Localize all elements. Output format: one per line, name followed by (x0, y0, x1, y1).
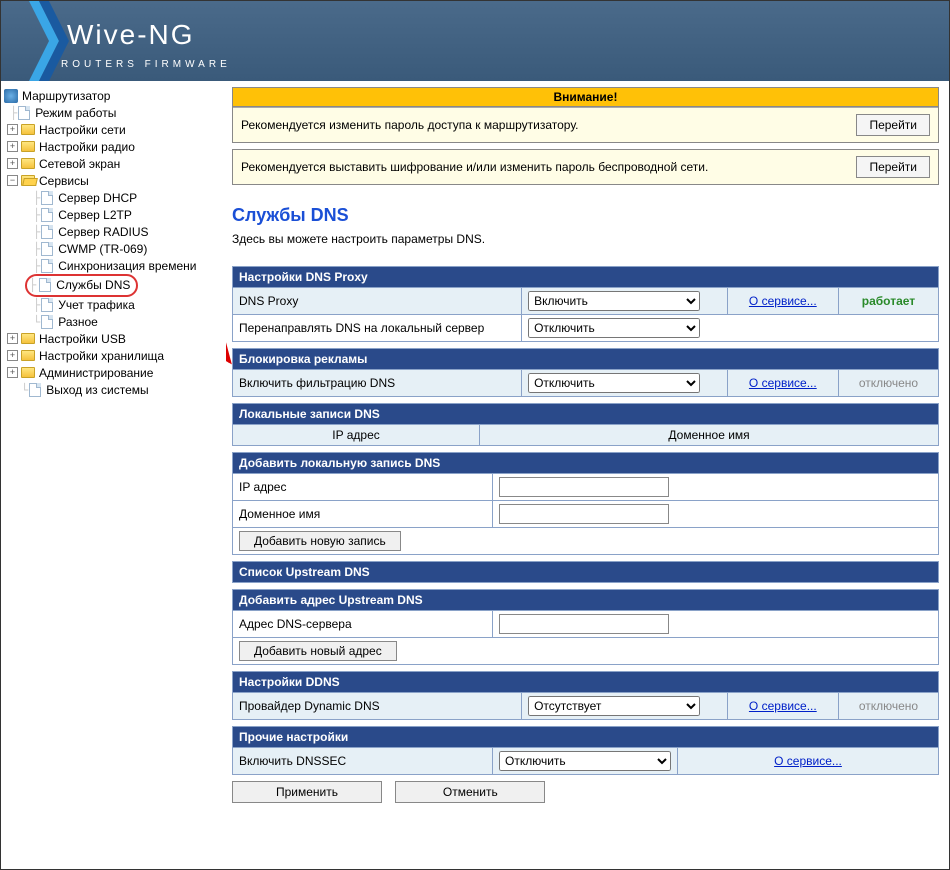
tree-svc-dhcp[interactable]: ├Сервер DHCP (3, 189, 224, 206)
page-title: Службы DNS (232, 205, 939, 226)
tree-svc-misc[interactable]: └Разное (3, 313, 224, 330)
table-header-row: IP адрес Доменное имя (233, 425, 939, 446)
tree-services[interactable]: −Сервисы (3, 172, 224, 189)
row-domain-name: Доменное имя (233, 501, 939, 528)
row-dns-redirect: Перенаправлять DNS на локальный сервер О… (233, 315, 939, 342)
tree-svc-traffic[interactable]: ├Учет трафика (3, 296, 224, 313)
expand-icon[interactable]: + (7, 141, 18, 152)
logo-text: Wive-NG ROUTERS FIRMWARE (61, 13, 231, 70)
row-ddns-provider: Провайдер Dynamic DNS Отсутствует О серв… (233, 693, 939, 720)
row-dnssec: Включить DNSSEC Отключить О сервисе... (233, 748, 939, 775)
section-ddns: Настройки DDNS Провайдер Dynamic DNS Отс… (232, 671, 939, 720)
dns-server-input[interactable] (499, 614, 669, 634)
dnssec-select[interactable]: Отключить (499, 751, 671, 771)
section-header: Настройки DDNS (233, 672, 939, 693)
field-label: Провайдер Dynamic DNS (233, 693, 522, 720)
notice-msg: Рекомендуется выставить шифрование и/или… (241, 160, 856, 174)
tree-svc-time[interactable]: ├Синхронизация времени (3, 257, 224, 274)
tree-svc-cwmp[interactable]: ├CWMP (TR-069) (3, 240, 224, 257)
cancel-button[interactable]: Отменить (395, 781, 545, 803)
collapse-icon[interactable]: − (7, 175, 18, 186)
apply-button[interactable]: Применить (232, 781, 382, 803)
section-local-records: Локальные записи DNS IP адрес Доменное и… (232, 403, 939, 446)
row-dns-proxy: DNS Proxy Включить О сервисе... работает (233, 288, 939, 315)
dns-redirect-select[interactable]: Отключить (528, 318, 700, 338)
section-header: Настройки DNS Proxy (233, 267, 939, 288)
section-header: Локальные записи DNS (233, 404, 939, 425)
status-badge: отключено (859, 376, 918, 390)
tree-usb[interactable]: +Настройки USB (3, 330, 224, 347)
dns-proxy-select[interactable]: Включить (528, 291, 700, 311)
goto-password-button[interactable]: Перейти (856, 114, 930, 136)
field-label: Включить DNSSEC (233, 748, 493, 775)
section-header: Прочие настройки (233, 727, 939, 748)
tree-logout[interactable]: └Выход из системы (3, 381, 224, 398)
expand-icon[interactable]: + (7, 158, 18, 169)
tree-root[interactable]: Маршрутизатор (3, 87, 224, 104)
domain-name-input[interactable] (499, 504, 669, 524)
add-record-button[interactable]: Добавить новую запись (239, 531, 401, 551)
main-content: Внимание! Рекомендуется изменить пароль … (226, 81, 949, 869)
logo-icon (1, 1, 61, 81)
about-link[interactable]: О сервисе... (749, 699, 817, 713)
app-header: Wive-NG ROUTERS FIRMWARE (1, 1, 949, 81)
row-dns-filter: Включить фильтрацию DNS Отключить О серв… (233, 370, 939, 397)
tree-svc-l2tp[interactable]: ├Сервер L2TP (3, 206, 224, 223)
field-label: Адрес DNS-сервера (233, 611, 493, 638)
section-header: Добавить адрес Upstream DNS (233, 590, 939, 611)
expand-icon[interactable]: + (7, 350, 18, 361)
about-link[interactable]: О сервисе... (749, 294, 817, 308)
col-ip: IP адрес (233, 425, 480, 446)
nav-tree: Маршрутизатор ├Режим работы +Настройки с… (1, 81, 226, 869)
expand-icon[interactable]: + (7, 367, 18, 378)
section-upstream-list: Список Upstream DNS (232, 561, 939, 583)
section-header: Добавить локальную запись DNS (233, 453, 939, 474)
notice-msg: Рекомендуется изменить пароль доступа к … (241, 118, 856, 132)
tree-svc-radius[interactable]: ├Сервер RADIUS (3, 223, 224, 240)
tree-firewall[interactable]: +Сетевой экран (3, 155, 224, 172)
status-badge: работает (862, 294, 915, 308)
row-dns-server: Адрес DNS-сервера (233, 611, 939, 638)
page-desc: Здесь вы можете настроить параметры DNS. (232, 232, 939, 246)
notice-panel: Внимание! Рекомендуется изменить пароль … (232, 87, 939, 143)
about-link[interactable]: О сервисе... (774, 754, 842, 768)
section-header: Список Upstream DNS (233, 562, 939, 583)
logo-main: Wive-NG (61, 13, 231, 61)
section-dns-proxy: Настройки DNS Proxy DNS Proxy Включить О… (232, 266, 939, 342)
section-header: Блокировка рекламы (233, 349, 939, 370)
field-label: IP адрес (233, 474, 493, 501)
section-adblock: Блокировка рекламы Включить фильтрацию D… (232, 348, 939, 397)
tree-net[interactable]: +Настройки сети (3, 121, 224, 138)
field-label: Доменное имя (233, 501, 493, 528)
field-label: DNS Proxy (233, 288, 522, 315)
ip-address-input[interactable] (499, 477, 669, 497)
tree-svc-dns[interactable]: ├Службы DNS (3, 274, 224, 296)
notice-title: Внимание! (233, 88, 938, 107)
notice-panel-2: Рекомендуется выставить шифрование и/или… (232, 149, 939, 185)
field-label: Включить фильтрацию DNS (233, 370, 522, 397)
action-buttons: Применить Отменить (232, 781, 939, 803)
notice-row-password: Рекомендуется изменить пароль доступа к … (233, 107, 938, 142)
section-add-local-record: Добавить локальную запись DNS IP адрес Д… (232, 452, 939, 555)
tree-admin[interactable]: +Администрирование (3, 364, 224, 381)
row-ip-address: IP адрес (233, 474, 939, 501)
goto-wifi-button[interactable]: Перейти (856, 156, 930, 178)
add-upstream-button[interactable]: Добавить новый адрес (239, 641, 397, 661)
field-label: Перенаправлять DNS на локальный сервер (233, 315, 522, 342)
ddns-provider-select[interactable]: Отсутствует (528, 696, 700, 716)
notice-row-wifi: Рекомендуется выставить шифрование и/или… (233, 150, 938, 184)
expand-icon[interactable]: + (7, 124, 18, 135)
status-badge: отключено (859, 699, 918, 713)
expand-icon[interactable]: + (7, 333, 18, 344)
tree-radio[interactable]: +Настройки радио (3, 138, 224, 155)
dns-filter-select[interactable]: Отключить (528, 373, 700, 393)
section-other: Прочие настройки Включить DNSSEC Отключи… (232, 726, 939, 775)
tree-mode[interactable]: ├Режим работы (3, 104, 224, 121)
col-domain: Доменное имя (480, 425, 939, 446)
section-add-upstream: Добавить адрес Upstream DNS Адрес DNS-се… (232, 589, 939, 665)
about-link[interactable]: О сервисе... (749, 376, 817, 390)
tree-storage[interactable]: +Настройки хранилища (3, 347, 224, 364)
